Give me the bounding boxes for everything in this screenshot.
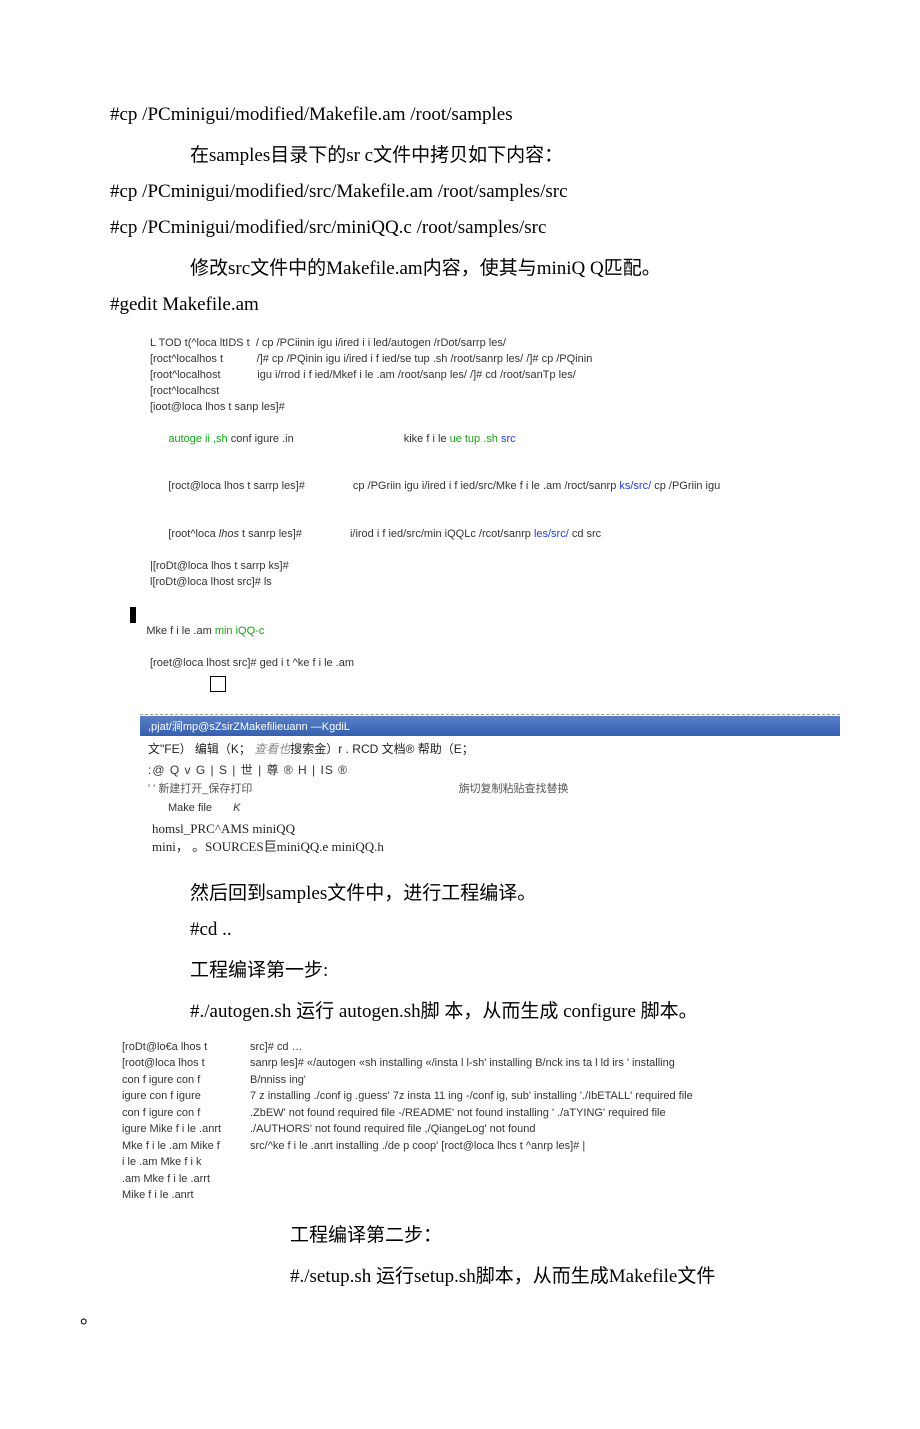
term-text: [root^loca: [168, 528, 218, 540]
term2-line: src/^ke f i le .anrt installing ./de p c…: [250, 1138, 693, 1155]
term-line: autoge ii ,sh conf igure .inkike f i le …: [150, 416, 840, 464]
cursor-icon: [130, 607, 136, 623]
term2-line: sanrp les]# «/autogen «sh installing «/i…: [250, 1055, 693, 1072]
cmd-cp-1: #cp /PCminigui/modified/Makefile.am /roo…: [110, 104, 840, 126]
term-text-green: min iQQ-c: [215, 625, 265, 637]
term-text: [roct@loca lhos t sarrp les]#: [168, 480, 305, 492]
term-text-blue: src: [501, 433, 516, 445]
editor-titlebar: ,pjat/涧mp@sZsirZMakefilieuann —KgdiL: [140, 716, 840, 736]
para-back-compile: 然后回到samples文件中，进行工程编译。: [190, 878, 840, 905]
editor-tab: Make file K: [140, 800, 840, 818]
editor-window: ,pjat/涧mp@sZsirZMakefilieuann —KgdiL 文"F…: [140, 714, 840, 864]
term-text-blue: les/src/: [534, 528, 569, 540]
para-samples-copy: 在samples目录下的sr c文件中拷贝如下内容：: [190, 140, 840, 167]
term-text-green: autoge ii ,sh: [168, 433, 227, 445]
term2-line: 7 z installing ./conf ig .guess' 7z inst…: [250, 1088, 693, 1105]
term2-line: src]# cd …: [250, 1039, 693, 1056]
term-text-blue: ks/src/: [619, 480, 651, 492]
term2-right-column: src]# cd … sanrp les]# «/autogen «sh ins…: [250, 1039, 693, 1204]
term-text: conf igure .in: [228, 433, 294, 445]
cmd-autogen: #./autogen.sh 运行 autogen.sh脚 本，从而生成 conf…: [190, 996, 840, 1023]
term-line: [roct@loca lhos t sarrp les]# cp /PGriin …: [150, 464, 840, 512]
cmd-gedit: #gedit Makefile.am: [110, 294, 840, 316]
terminal-block-1: L TOD t(^loca ltIDS t / cp /PCiinin igu …: [110, 330, 840, 704]
term2-line: ./AUTHORS' not found required file ,/Qia…: [250, 1121, 693, 1138]
term-line: L TOD t(^loca ltIDS t / cp /PCiinin igu …: [150, 336, 840, 352]
cmd-cp-3: #cp /PCminigui/modified/src/miniQQ.c /ro…: [110, 217, 840, 239]
term-text: i/irod i f ied/src/min iQQLc /rcot/sanrp: [350, 528, 534, 540]
term-text: cp /PGriin igu i/ired i f ied/src/Mke f …: [353, 480, 620, 492]
editor-line: homsl_PRC^AMS miniQQ: [152, 820, 832, 838]
term-line: [roct^localhos t /]# cp /PQinin igu i/ir…: [150, 352, 840, 368]
para-step2: 工程编译第二步：: [290, 1220, 840, 1247]
toolbar-label-right: 旃切复制粘贴查找替换: [459, 783, 569, 795]
term-line: l[roDt@loca lhost src]# ls: [150, 575, 840, 591]
tab-label: Make file: [168, 802, 212, 814]
term-text: cd src: [569, 528, 601, 540]
menu-text: 文"FE） 编辑（K；: [148, 742, 254, 756]
editor-body: homsl_PRC^AMS miniQQ mini， 。SOURCES巨mini…: [140, 818, 840, 864]
term-line: |[roDt@loca lhos t sarrp ks]#: [150, 559, 840, 575]
editor-line: mini， 。SOURCES巨miniQQ.e miniQQ.h: [152, 838, 832, 856]
term-text-green: ue tup .sh: [450, 433, 501, 445]
term2-line: B/nniss ing': [250, 1072, 693, 1089]
editor-toolbar-labels: ' ' 新建打开_保存打印 旃切复制粘贴查找替换: [140, 780, 840, 800]
document-page: #cp /PCminigui/modified/Makefile.am /roo…: [0, 0, 920, 1429]
terminal-block-2: [roDt@lo€a lhos t [root@loca lhos t con …: [120, 1037, 695, 1206]
toolbar-label-left: ' ' 新建打开_保存打印: [148, 783, 252, 795]
term-line: [roct^localhcst: [150, 384, 840, 400]
term-text: lhos: [219, 528, 239, 540]
term2-left-text: [roDt@lo€a lhos t [root@loca lhos t con …: [122, 1041, 221, 1202]
editor-menubar: 文"FE） 编辑（K； 查看也搜索金）r . RCD 文档® 帮助（E；: [140, 736, 840, 759]
cmd-cp-2: #cp /PCminigui/modified/src/Makefile.am …: [110, 181, 840, 203]
term-text: cp /PGriin igu: [651, 480, 720, 492]
term-text: Mke f i le .am: [146, 625, 214, 637]
term-text: kike f i le: [404, 433, 450, 445]
editor-toolbar: :@ Q v G | S | 世 | 尊 ® H | IS ®: [140, 759, 840, 780]
term-line: [root^loca lhos t sanrp les]# i/irod i f …: [150, 511, 840, 559]
term-line: [root^localhost igu i/rrod i f ied/Mkef …: [150, 368, 840, 384]
editor-divider: [140, 714, 840, 715]
para-step1: 工程编译第一步:: [190, 955, 840, 982]
term2-line: .ZbEW' not found required file -/README'…: [250, 1105, 693, 1122]
cmd-cd-up: #cd ..: [190, 919, 840, 941]
term2-left-column: [roDt@lo€a lhos t [root@loca lhos t con …: [122, 1039, 248, 1204]
menu-text-gray: 查看也: [254, 742, 290, 756]
menu-text: 搜索金）r . RCD 文档® 帮助（E；: [290, 742, 474, 756]
para-modify-makefile: 修改src文件中的Makefile.am内容，使其与miniQ Q匹配。: [190, 253, 840, 280]
trailing-period: 。: [80, 1302, 840, 1329]
tab-shortcut: K: [233, 802, 240, 814]
cmd-setup: #./setup.sh 运行setup.sh脚本，从而生成Makefile文件: [290, 1261, 840, 1288]
square-icon: [210, 676, 226, 692]
term-line: [roet@loca lhost src]# ged i t ^ke f i l…: [150, 656, 840, 672]
term-text: t sanrp les]#: [239, 528, 302, 540]
term-line: [ioot@loca lhos t sanp les]#: [150, 400, 840, 416]
term-line: Mke f i le .am min iQQ-c: [122, 591, 840, 656]
